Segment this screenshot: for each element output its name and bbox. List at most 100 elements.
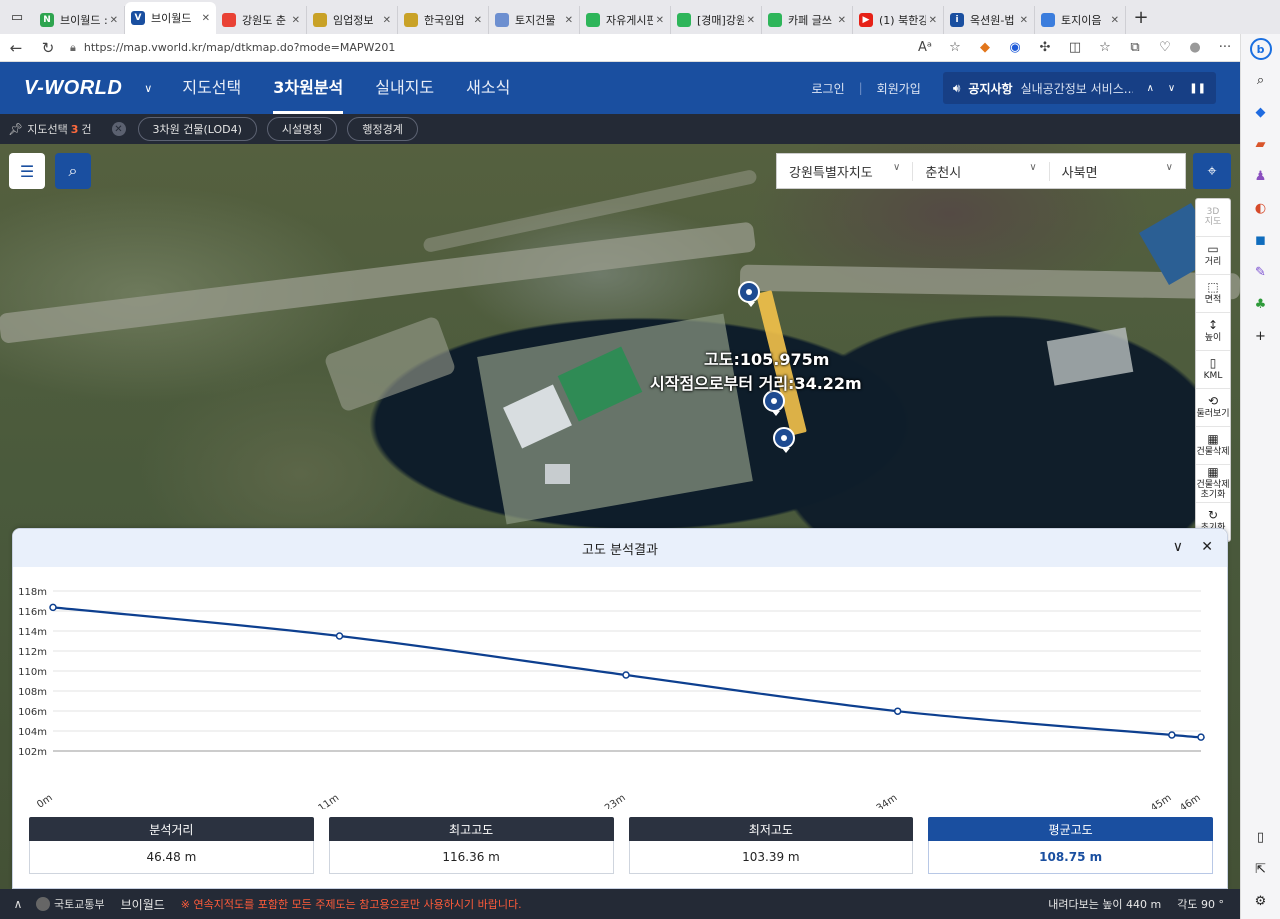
nav-item[interactable]: 지도선택 [182,62,241,114]
browser-tab[interactable]: [경매]강원 ✕ [671,6,762,34]
chevron-down-icon[interactable]: ∨ [144,82,152,95]
tab-close-icon[interactable]: ✕ [1111,15,1119,26]
chevron-down-icon[interactable]: ∨ [1168,83,1175,94]
copilot-icon[interactable]: b [1249,38,1272,60]
login-link[interactable]: 로그인 [798,80,859,97]
elevation-chart: 102m 104m 106m 108m 110m 112m 114m 116m 118m 0m 11… [18,587,1205,809]
tab-close-icon[interactable]: ✕ [383,15,391,26]
nav-item[interactable]: 실내지도 [375,62,434,114]
nav-item[interactable]: 새소식 [466,62,510,114]
tree-icon[interactable]: ♣ [1249,292,1273,316]
tab-close-icon[interactable]: ✕ [1020,15,1028,26]
map-tool-button[interactable]: ↕ 높이 [1196,313,1230,351]
notice-text[interactable]: 실내공간정보 서비스... [1021,80,1133,97]
profile-avatar[interactable]: ● [1180,40,1210,55]
designer-icon[interactable]: ✎ [1249,260,1273,284]
search-icon[interactable]: ⌕ [1249,68,1273,92]
elevation-data-point[interactable] [1197,733,1205,741]
map-search-button[interactable]: ⌕ [55,153,91,189]
elevation-data-point[interactable] [49,603,57,612]
read-aloud-icon[interactable]: Aᵃ [910,40,940,55]
map-tool-label: 둘러보기 [1196,409,1230,420]
vworld-logo[interactable]: V-WORLD [24,77,122,100]
open-external-icon[interactable]: ⇱ [1249,857,1273,881]
elevation-data-point[interactable] [335,632,344,640]
notice-ticker[interactable]: 🔊︎ 공지사항 실내공간정보 서비스... ∧ ∨ ❚❚ [942,72,1216,104]
pause-icon[interactable]: ❚❚ [1189,83,1206,94]
back-icon[interactable]: ← [0,39,32,57]
distance-label: 시작점으로부터 거리:34.22m [650,374,862,393]
browser-tab[interactable]: 토지이음 ✕ [1035,6,1126,34]
collections-icon[interactable]: ⧉ [1120,40,1150,55]
extensions-icon[interactable]: ✣ [1030,40,1060,55]
tab-close-icon[interactable]: ✕ [747,15,755,26]
browser-tab[interactable]: N 브이월드 : ✕ [34,6,125,34]
tab-actions-icon[interactable]: ▭ [0,0,34,34]
games-icon[interactable]: ♟ [1249,164,1273,188]
tab-close-icon[interactable]: ✕ [202,13,210,24]
browser-tab[interactable]: 토지건물 ✕ [489,6,580,34]
tab-favicon-icon [313,13,327,27]
tab-close-icon[interactable]: ✕ [838,15,846,26]
map-tool-button[interactable]: ⟲ 둘러보기 [1196,389,1230,427]
start-marker-icon[interactable] [738,281,760,307]
layer-chip[interactable]: 시설명칭 [266,117,338,141]
browser-tab[interactable]: 카페 글쓰 ✕ [762,6,853,34]
shopping-tag-icon[interactable]: ◆ [1249,100,1273,124]
tab-favicon-icon: i [950,13,964,27]
browser-tab[interactable]: 강원도 춘 ✕ [216,6,307,34]
browser-tab[interactable]: V 브이월드 ✕ [125,2,216,34]
tab-close-icon[interactable]: ✕ [474,15,482,26]
address-bar[interactable]: 🔒︎ https://map.vworld.kr/map/dtkmap.do?m… [70,41,910,55]
layer-chip[interactable]: 3차원 건물(LOD4) [137,117,257,141]
split-screen-icon[interactable]: ◫ [1060,40,1090,55]
browser-essentials-icon[interactable]: ♡ [1150,40,1180,55]
tab-close-icon[interactable]: ✕ [656,15,664,26]
browser-tab[interactable]: ▶ (1) 북한강 ✕ [853,6,944,34]
signup-link[interactable]: 회원가입 [863,80,935,97]
map-tool-button[interactable]: ⬚ 면적 [1196,275,1230,313]
browser-tab[interactable]: 임업정보 ✕ [307,6,398,34]
x-tick-label: 11m [317,792,342,809]
layer-list-button[interactable]: ☰ [9,153,45,189]
browser-tab[interactable]: i 옥션원-법 ✕ [944,6,1035,34]
tab-close-icon[interactable]: ✕ [929,15,937,26]
more-menu-icon[interactable]: ··· [1210,40,1240,55]
layer-chip[interactable]: 행정경계 [347,117,418,141]
favorite-star-icon[interactable]: ☆ [940,40,970,55]
map-tool-button[interactable]: ▭ 거리 [1196,237,1230,275]
map-tool-button[interactable]: ▦ 건물삭제 [1196,427,1230,465]
chevron-up-icon[interactable]: ∧ [0,897,36,911]
chevron-up-icon[interactable]: ∧ [1147,83,1154,94]
collapse-chevron-icon[interactable]: ∨ [1173,539,1183,555]
end-marker-icon[interactable] [773,427,795,453]
location-pin-button[interactable]: ⌖ [1193,153,1231,189]
elevation-data-point[interactable] [1168,731,1176,739]
close-icon[interactable]: ✕ [1201,539,1213,555]
tab-close-icon[interactable]: ✕ [110,15,118,26]
reload-icon[interactable]: ↻ [32,39,64,57]
tab-close-icon[interactable]: ✕ [565,15,573,26]
district-select[interactable]: 사북면 ∨ [1050,162,1185,181]
outlook-icon[interactable]: ◼ [1249,228,1273,252]
office-icon[interactable]: ◐ [1249,196,1273,220]
tools-icon[interactable]: ▰ [1249,132,1273,156]
browser-tab[interactable]: 한국임업 ✕ [398,6,489,34]
map-tool-button[interactable]: ▦ 건물삭제 초기화 [1196,465,1230,503]
favorites-icon[interactable]: ☆ [1090,40,1120,55]
new-tab-button[interactable]: + [1126,7,1156,28]
map-tool-button[interactable]: ▯ KML [1196,351,1230,389]
elevation-data-point[interactable] [622,671,630,679]
extension-fox-icon[interactable]: ◆ [970,40,1000,55]
nav-item[interactable]: 3차원분석 [273,62,344,114]
settings-gear-icon[interactable]: ⚙ [1249,889,1273,913]
browser-tab[interactable]: 자유게시판 ✕ [580,6,671,34]
clear-selection-icon[interactable]: ✕ [111,122,126,136]
add-sidebar-icon[interactable]: + [1249,324,1273,348]
sidebar-layout-icon[interactable]: ▯ [1249,825,1273,849]
city-select[interactable]: 춘천시 ∨ [913,161,1050,181]
tab-close-icon[interactable]: ✕ [292,15,300,26]
elevation-data-point[interactable] [893,707,902,715]
extension-circle-icon[interactable]: ◉ [1000,40,1030,55]
province-select[interactable]: 강원특별자치도 ∨ [777,161,914,181]
